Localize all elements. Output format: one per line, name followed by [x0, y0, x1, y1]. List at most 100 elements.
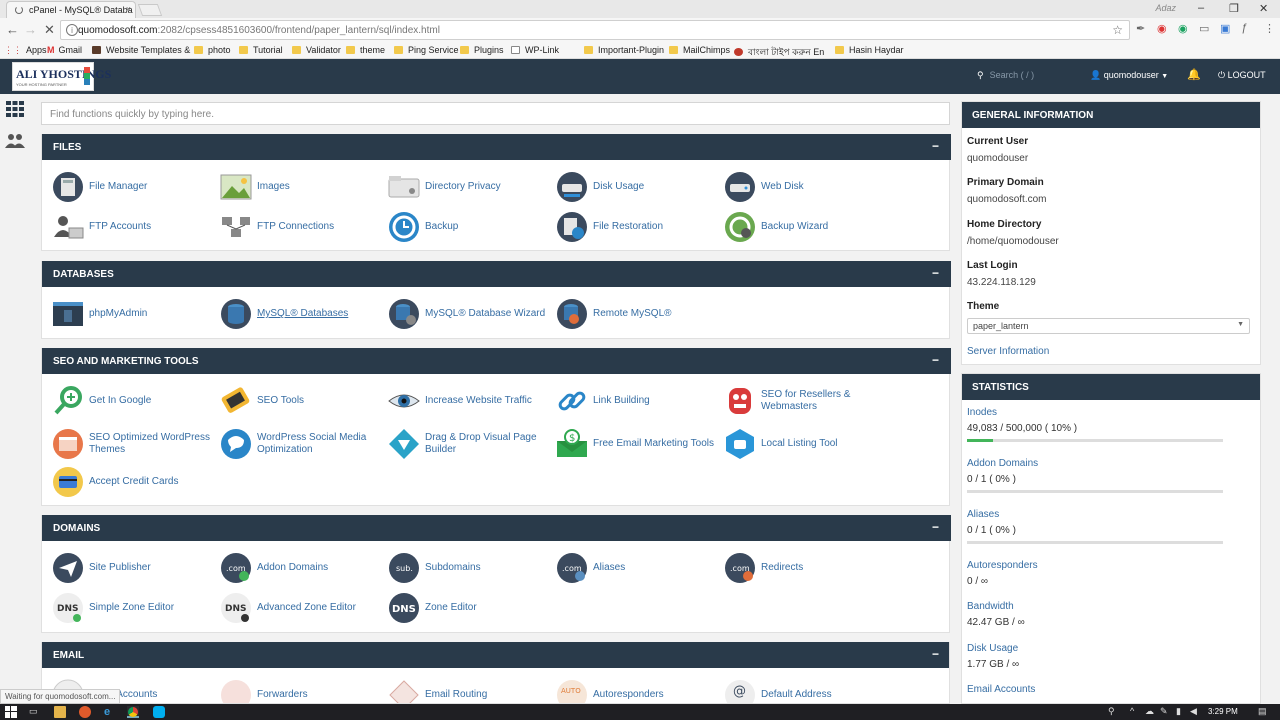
item-backup-wizard[interactable]: Backup Wizard [724, 211, 884, 243]
extension-window-icon[interactable]: ▭ [1199, 22, 1209, 35]
section-header-email[interactable]: EMAIL − [42, 642, 949, 668]
item-email-routing[interactable]: Email Routing [388, 679, 548, 703]
item-simple-zone-editor[interactable]: DNS Simple Zone Editor [52, 592, 212, 624]
server-information-link[interactable]: Server Information [967, 346, 1049, 357]
notifications-icon[interactable]: ▤ [1258, 706, 1267, 717]
item-phpmyadmin[interactable]: phpMyAdmin [52, 298, 212, 330]
taskbar-clock[interactable]: 3:29 PM [1208, 707, 1238, 716]
file-explorer-icon[interactable] [54, 706, 66, 718]
item-page-builder[interactable]: Drag & Drop Visual Page Builder [388, 428, 548, 460]
profile-name[interactable]: Adaz [1155, 3, 1176, 13]
stop-loading-icon[interactable]: ✕ [44, 22, 55, 38]
info-icon[interactable]: i [66, 24, 78, 36]
item-increase-website-traffic[interactable]: Increase Website Traffic [388, 385, 548, 417]
item-addon-domains[interactable]: .com Addon Domains [220, 552, 380, 584]
item-local-listing-tool[interactable]: Local Listing Tool [724, 428, 884, 460]
item-remote-mysql[interactable]: Remote MySQL® [556, 298, 716, 330]
user-menu[interactable]: 👤 quomodouser ▼ [1090, 70, 1168, 81]
forward-arrow-icon[interactable]: → [24, 22, 37, 37]
logo[interactable]: ALI YHOSTINGS YOUR HOSTING PARTNER [12, 62, 111, 91]
item-wordpress-social-media[interactable]: WordPress Social Media Optimization [220, 428, 380, 460]
item-aliases[interactable]: .com Aliases [556, 552, 716, 584]
bookmark-gmail[interactable]: M Gmail [47, 45, 82, 55]
find-functions-input[interactable]: Find functions quickly by typing here. [41, 102, 950, 125]
collapse-icon[interactable]: − [932, 139, 939, 153]
item-advanced-zone-editor[interactable]: DNS Advanced Zone Editor [220, 592, 380, 624]
item-mysql-databases[interactable]: MySQL® Databases [220, 298, 380, 330]
chrome-icon[interactable] [127, 706, 139, 718]
bookmark-plugins[interactable]: Plugins [460, 45, 504, 55]
bookmark-wp-link[interactable]: WP-Link [511, 45, 559, 55]
item-seo-wordpress-themes[interactable]: SEO Optimized WordPress Themes [52, 428, 212, 460]
extension-grammarly-icon[interactable]: ◉ [1178, 22, 1188, 35]
skype-icon[interactable] [153, 706, 165, 718]
bookmark-tutorial[interactable]: Tutorial [239, 45, 283, 55]
extension-fx-icon[interactable]: ƒ [1241, 22, 1247, 34]
pen-icon[interactable]: ✎ [1160, 706, 1168, 717]
section-header-seo[interactable]: SEO AND MARKETING TOOLS − [42, 348, 951, 374]
item-mysql-database-wizard[interactable]: MySQL® Database Wizard [388, 298, 548, 330]
bookmark-apps[interactable]: ⋮⋮ Apps [4, 45, 47, 56]
item-ftp-accounts[interactable]: FTP Accounts [52, 211, 212, 243]
section-header-files[interactable]: FILES − [42, 134, 951, 160]
volume-icon[interactable]: ◀ [1190, 706, 1197, 717]
item-web-disk[interactable]: Web Disk [724, 171, 884, 203]
item-file-manager[interactable]: File Manager [52, 171, 212, 203]
home-grid-icon[interactable] [5, 100, 25, 118]
extension-opera-icon[interactable]: ◉ [1157, 22, 1167, 35]
bookmark-website-templates[interactable]: Website Templates & [92, 45, 190, 55]
bookmark-star-icon[interactable]: ☆ [1112, 23, 1123, 37]
item-zone-editor[interactable]: DNS Zone Editor [388, 592, 548, 624]
item-autoresponders[interactable]: AUTO Autoresponders [556, 679, 716, 703]
tab-close-icon[interactable]: × [126, 4, 131, 14]
item-images[interactable]: Images [220, 171, 380, 203]
task-view-icon[interactable]: ▭ [29, 706, 38, 717]
extension-feather-icon[interactable]: ✒ [1136, 22, 1145, 35]
browser-tab[interactable]: cPanel - MySQL® Databa × [6, 1, 136, 18]
item-site-publisher[interactable]: Site Publisher [52, 552, 212, 584]
collapse-icon[interactable]: − [932, 647, 939, 661]
item-seo-tools[interactable]: SEO Tools [220, 385, 380, 417]
close-window-button[interactable]: ✕ [1259, 2, 1268, 15]
back-arrow-icon[interactable]: ← [6, 22, 19, 37]
item-file-restoration[interactable]: File Restoration [556, 211, 716, 243]
address-bar[interactable]: i quomodosoft.com:2082/cpsess4851603600/… [60, 20, 1130, 40]
extension-screen-icon[interactable]: ▣ [1220, 22, 1230, 35]
new-tab-button[interactable] [137, 4, 163, 16]
item-ftp-connections[interactable]: FTP Connections [220, 211, 380, 243]
item-default-address[interactable]: @ Default Address [724, 679, 884, 703]
bookmark-hasin-haydar[interactable]: Hasin Haydar [835, 45, 904, 55]
bookmark-bangla[interactable]: বাংলা টাইপ করুন En [734, 45, 824, 60]
item-redirects[interactable]: .com Redirects [724, 552, 884, 584]
item-directory-privacy[interactable]: Directory Privacy [388, 171, 548, 203]
maximize-button[interactable]: ❐ [1229, 2, 1239, 15]
item-email-marketing-tools[interactable]: $ Free Email Marketing Tools [556, 428, 716, 460]
item-forwarders[interactable]: Forwarders [220, 679, 380, 703]
item-disk-usage[interactable]: Disk Usage [556, 171, 716, 203]
bookmark-mailchimps[interactable]: MailChimps [669, 45, 730, 55]
item-backup[interactable]: Backup [388, 211, 548, 243]
item-subdomains[interactable]: sub. Subdomains [388, 552, 548, 584]
item-link-building[interactable]: Link Building [556, 385, 716, 417]
bookmark-important-plugin[interactable]: Important-Plugin [584, 45, 664, 55]
edge-icon[interactable]: e [104, 706, 116, 718]
browser-menu-icon[interactable]: ⋮ [1264, 22, 1275, 35]
item-seo-resellers[interactable]: SEO for Resellers & Webmasters [724, 385, 884, 417]
logout-button[interactable]: ⏻ LOGOUT [1218, 70, 1266, 81]
header-search[interactable]: ⚲ Search ( / ) [977, 70, 1034, 81]
firefox-icon[interactable] [79, 706, 91, 718]
collapse-icon[interactable]: − [932, 266, 939, 280]
item-get-in-google[interactable]: Get In Google [52, 385, 212, 417]
windows-start-icon[interactable] [5, 706, 17, 718]
bookmark-ping-service[interactable]: Ping Service [394, 45, 459, 55]
collapse-icon[interactable]: − [932, 520, 939, 534]
onedrive-icon[interactable]: ☁ [1145, 706, 1154, 717]
tray-up-icon[interactable]: ^ [1130, 706, 1134, 716]
bookmark-photo[interactable]: photo [194, 45, 231, 55]
battery-icon[interactable]: ▮ [1176, 706, 1181, 717]
section-header-databases[interactable]: DATABASES − [42, 261, 951, 287]
bookmark-theme[interactable]: theme [346, 45, 385, 55]
minimize-button[interactable]: – [1198, 2, 1204, 14]
users-icon[interactable] [5, 132, 25, 150]
item-accept-credit-cards[interactable]: Accept Credit Cards [52, 466, 212, 498]
